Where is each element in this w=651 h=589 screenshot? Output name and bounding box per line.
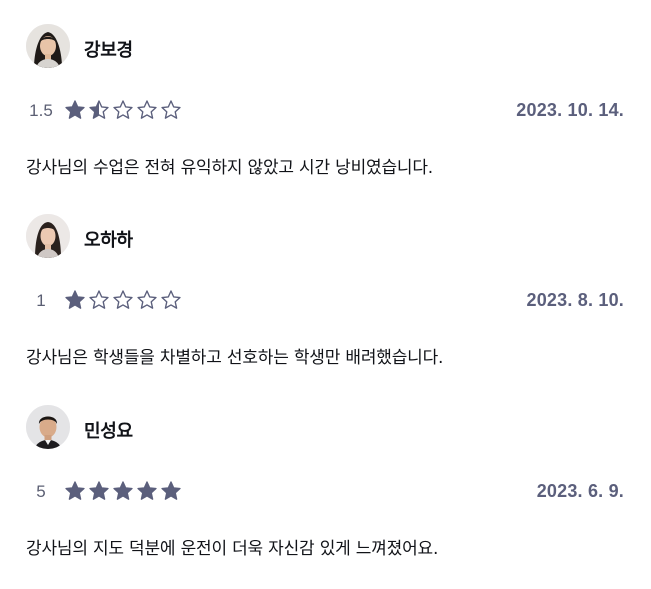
star-empty-icon bbox=[113, 290, 133, 309]
star-empty-icon bbox=[137, 290, 157, 309]
star-empty-icon bbox=[161, 100, 181, 119]
person-avatar-icon bbox=[26, 214, 70, 258]
star-empty-icon bbox=[113, 100, 133, 119]
reviewer-name: 민성요 bbox=[84, 421, 133, 442]
review-text: 강사님은 학생들을 차별하고 선호하는 학생만 배려했습니다. bbox=[26, 348, 444, 368]
star-filled-icon bbox=[113, 481, 133, 500]
star-empty-icon bbox=[137, 100, 157, 119]
reviewer-avatar bbox=[26, 24, 70, 68]
reviewer-name: 강보경 bbox=[84, 40, 133, 61]
rating-value: 1 bbox=[36, 291, 46, 310]
star-rating bbox=[64, 480, 182, 502]
rating-value: 5 bbox=[36, 482, 46, 501]
review-date: 2023. 10. 14. bbox=[516, 100, 624, 120]
review-date: 2023. 6. 9. bbox=[536, 481, 624, 501]
star-rating bbox=[64, 99, 182, 121]
reviewer-avatar bbox=[26, 405, 70, 449]
star-filled-icon bbox=[65, 481, 85, 500]
star-rating bbox=[64, 289, 182, 311]
star-half-icon bbox=[89, 100, 109, 119]
person-avatar-icon bbox=[26, 405, 70, 449]
review-text: 강사님의 수업은 전혀 유익하지 않았고 시간 낭비였습니다. bbox=[26, 158, 433, 178]
review-item: 민성요 5 2023. 6. 9. 강사님의 지도 덕분에 운전이 더욱 자신감… bbox=[0, 405, 651, 589]
review-text: 강사님의 지도 덕분에 운전이 더욱 자신감 있게 느껴졌어요. bbox=[26, 539, 439, 559]
review-list: 강보경 1.5 2023. 10. 14. 강사님의 수업은 전혀 유익하지 않… bbox=[0, 0, 651, 589]
star-filled-icon bbox=[137, 481, 157, 500]
review-item: 오하하 1 2023. 8. 10. 강사님은 학생들을 차별하고 선호하는 학… bbox=[0, 214, 651, 404]
review-date: 2023. 8. 10. bbox=[526, 290, 624, 310]
star-empty-icon bbox=[89, 290, 109, 309]
rating-value: 1.5 bbox=[29, 101, 53, 120]
star-filled-icon bbox=[65, 290, 85, 309]
star-filled-icon bbox=[89, 481, 109, 500]
person-avatar-icon bbox=[26, 24, 70, 68]
reviewer-name: 오하하 bbox=[84, 230, 133, 251]
review-item: 강보경 1.5 2023. 10. 14. 강사님의 수업은 전혀 유익하지 않… bbox=[0, 24, 651, 214]
star-filled-icon bbox=[161, 481, 181, 500]
reviewer-avatar bbox=[26, 214, 70, 258]
star-empty-icon bbox=[161, 290, 181, 309]
star-filled-icon bbox=[65, 100, 85, 119]
